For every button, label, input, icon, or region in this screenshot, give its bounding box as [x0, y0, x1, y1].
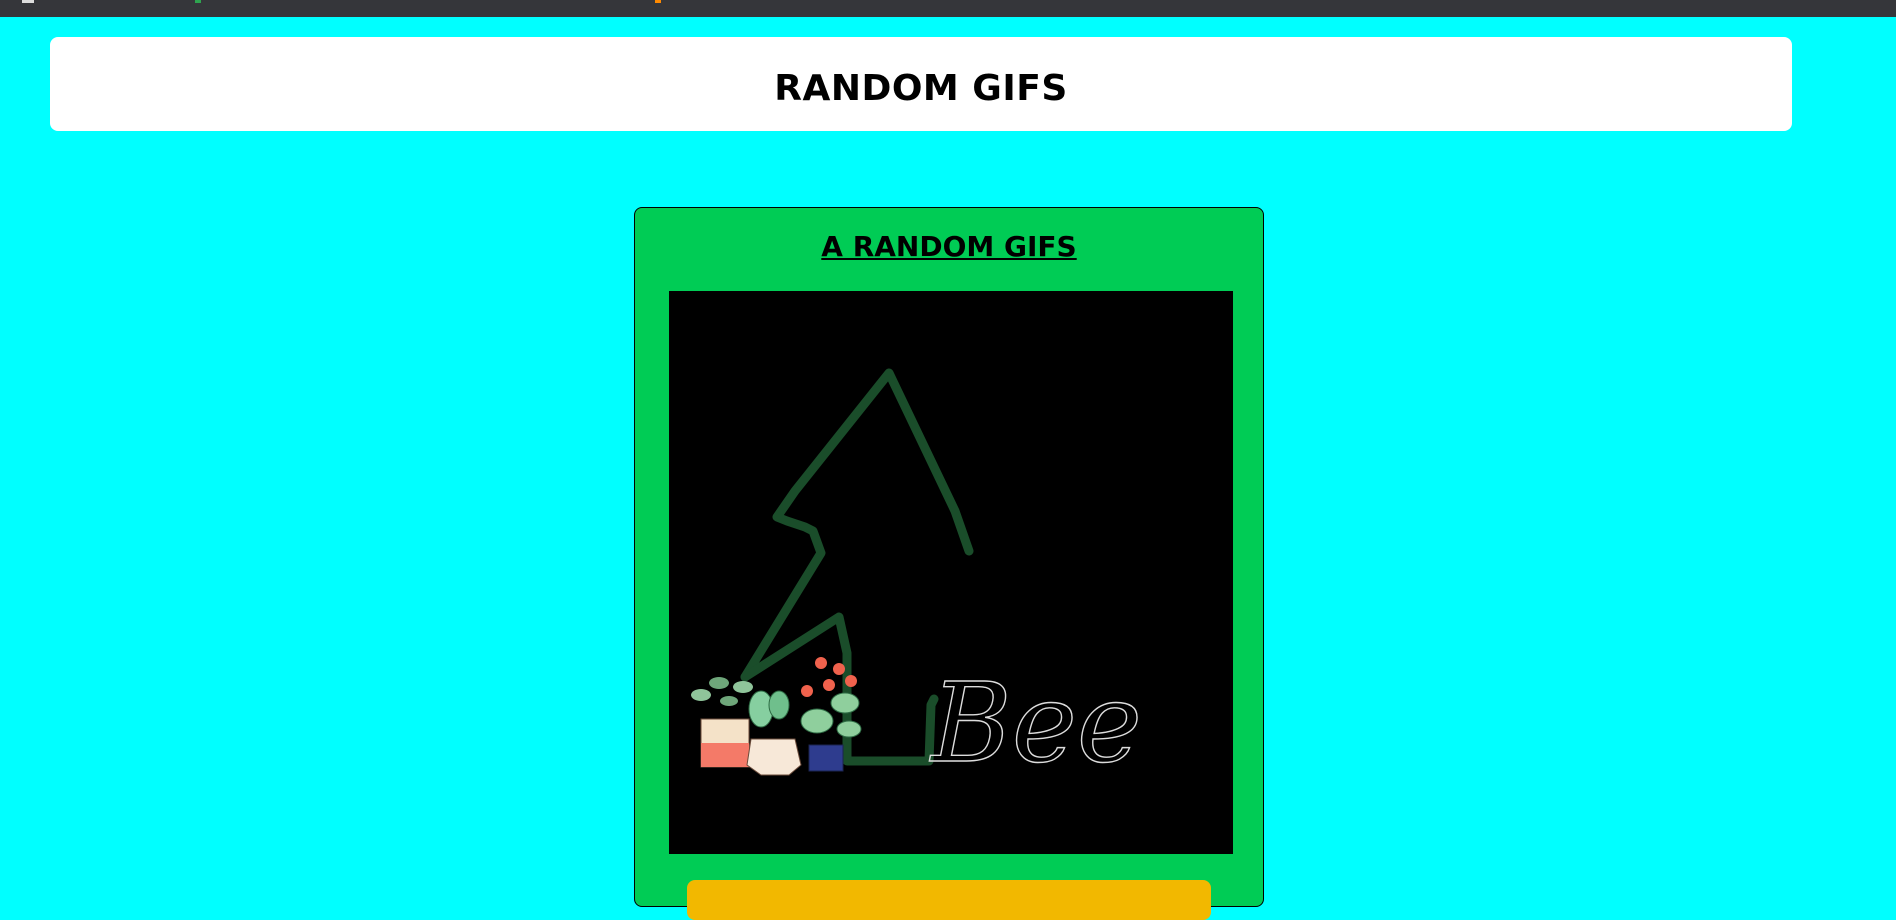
toolbar-icon[interactable]	[22, 0, 34, 3]
green-stem-line	[740, 368, 974, 682]
leaf	[830, 692, 860, 714]
generate-button[interactable]	[687, 880, 1211, 920]
gif-illustration: Bee	[691, 368, 1143, 788]
leaf	[720, 696, 738, 706]
leaf	[709, 677, 729, 689]
leaf	[733, 681, 753, 693]
flower	[815, 657, 827, 669]
pot-right	[808, 744, 844, 772]
leaf	[800, 708, 834, 734]
pot-middle	[746, 738, 802, 776]
browser-toolbar-strip	[0, 0, 1896, 17]
gif-watermark: Bee	[929, 659, 1142, 787]
gif-card-title: A RANDOM GIFS	[821, 230, 1077, 263]
toolbar-icon[interactable]	[195, 0, 201, 3]
gif-card: A RANDOM GIFS Bee	[634, 207, 1264, 920]
header-card: RANDOM GIFS	[50, 37, 1792, 131]
flower	[833, 663, 845, 675]
flower	[801, 685, 813, 697]
leaf	[836, 720, 862, 738]
leaf	[691, 689, 711, 701]
flower	[845, 675, 857, 687]
page-title: RANDOM GIFS	[774, 67, 1068, 109]
random-gif-image: Bee	[669, 291, 1233, 854]
toolbar-icon[interactable]	[655, 0, 661, 3]
pot-left-band	[701, 743, 749, 767]
flower	[823, 679, 835, 691]
leaf	[768, 690, 790, 720]
